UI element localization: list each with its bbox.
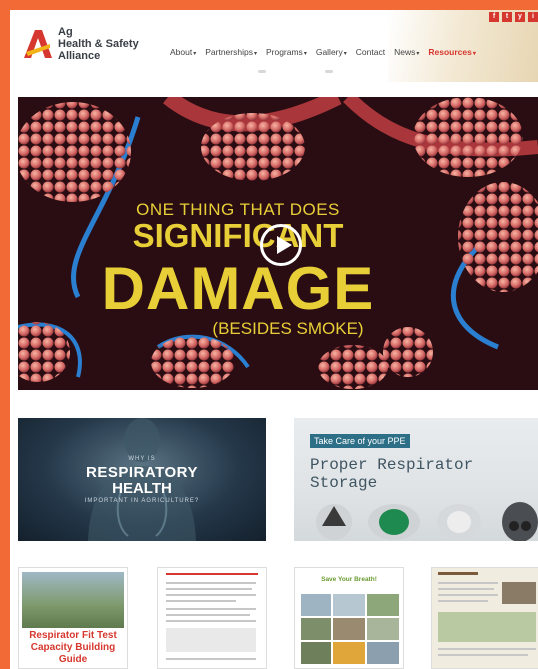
nav-item-news[interactable]: News▾ <box>394 47 419 57</box>
doc-text-line <box>166 620 256 622</box>
logo-line-3: Alliance <box>58 50 101 62</box>
logo-text: Ag Health & Safety Alliance <box>58 26 139 62</box>
nav-item-partnerships[interactable]: Partnerships▾ <box>205 47 257 57</box>
thumb-title-line-1: RESPIRATORY <box>86 464 198 481</box>
doc-text-line <box>166 658 256 660</box>
video-thumb-respirator-storage[interactable]: Take Care of your PPE Proper Respirator … <box>294 418 538 541</box>
chevron-down-icon: ▾ <box>416 51 420 57</box>
social-links: f t y i <box>489 12 538 22</box>
doc-header-line <box>438 572 478 575</box>
doc-cover-image <box>22 572 124 628</box>
nav-label: News <box>394 47 416 57</box>
doc-text-line <box>438 600 488 602</box>
doc-photo-collage <box>301 594 399 664</box>
logo-icon <box>24 30 52 58</box>
nav-indicator <box>325 70 333 73</box>
logo-line-1: Ag <box>58 26 73 38</box>
doc-title: Respirator Fit Test Capacity Building Gu… <box>29 630 117 665</box>
doc-card-save-your-breath[interactable]: Save Your Breath! <box>294 567 404 669</box>
nav-label: Programs <box>265 47 303 57</box>
video-title-line-2: SIGNIFICANT <box>132 217 344 254</box>
doc-text-line <box>166 614 250 616</box>
doc-card-global-influence[interactable] <box>431 567 538 669</box>
chevron-down-icon: ▾ <box>472 51 476 57</box>
thumb-eyebrow: WHY IS <box>128 456 156 462</box>
doc-text-line <box>438 582 498 584</box>
nav-item-contact[interactable]: Contact <box>356 47 385 57</box>
twitter-icon[interactable]: t <box>502 12 512 22</box>
play-icon[interactable] <box>260 224 302 266</box>
chevron-down-icon: ▾ <box>253 51 257 57</box>
doc-text-line <box>438 648 536 650</box>
chevron-down-icon: ▾ <box>303 51 307 57</box>
youtube-icon[interactable]: y <box>515 12 525 22</box>
nav-item-gallery[interactable]: Gallery▾ <box>316 47 347 57</box>
doc-text-line <box>166 582 256 584</box>
doc-card-fit-test-guide[interactable]: Respirator Fit Test Capacity Building Gu… <box>18 567 128 669</box>
video-title-line-3: DAMAGE <box>101 255 375 322</box>
video-thumb-respiratory-health[interactable]: WHY IS RESPIRATORY HEALTH IMPORTANT IN A… <box>18 418 266 541</box>
facebook-icon[interactable]: f <box>489 12 499 22</box>
instagram-icon[interactable]: i <box>528 12 538 22</box>
nav-label: Contact <box>355 47 386 57</box>
chevron-down-icon: ▾ <box>343 51 347 57</box>
nav-label: Partnerships <box>205 47 253 57</box>
main-nav: About▾ Partnerships▾ Programs▾ Gallery▾ … <box>170 47 476 57</box>
doc-photo <box>502 582 536 604</box>
featured-video[interactable]: ONE THING THAT DOES SIGNIFICANT DAMAGE (… <box>18 97 538 390</box>
doc-text-line <box>438 588 494 590</box>
video-title-line-4: (BESIDES SMOKE) <box>212 319 364 338</box>
site-logo[interactable]: Ag Health & Safety Alliance <box>20 24 150 64</box>
logo-line-2: Health & Safety <box>58 38 139 50</box>
nav-indicator <box>258 70 266 73</box>
doc-card-reference-sheet[interactable] <box>157 567 267 669</box>
nav-label: About <box>170 47 193 57</box>
site-header: Ag Health & Safety Alliance f t y i Abou… <box>10 10 538 82</box>
doc-figure <box>166 628 256 652</box>
nav-label: Resources <box>428 47 472 57</box>
doc-header-line <box>166 573 258 575</box>
nav-item-resources[interactable]: Resources▾ <box>428 47 475 57</box>
chevron-down-icon: ▾ <box>193 51 197 57</box>
doc-figure <box>438 612 536 642</box>
doc-text-line <box>166 588 252 590</box>
doc-text-line <box>438 654 528 656</box>
respirator-products-image <box>316 502 538 541</box>
doc-text-line <box>166 594 256 596</box>
page: Ag Health & Safety Alliance f t y i Abou… <box>10 10 538 669</box>
nav-item-programs[interactable]: Programs▾ <box>266 47 307 57</box>
thumb-subtitle: IMPORTANT IN AGRICULTURE? <box>84 498 200 504</box>
doc-text-line <box>438 594 498 596</box>
nav-label: Gallery <box>315 47 343 57</box>
thumb-title-line-2: HEALTH <box>112 480 172 497</box>
nav-item-about[interactable]: About▾ <box>170 47 196 57</box>
doc-text-line <box>166 608 256 610</box>
doc-text-line <box>166 600 236 602</box>
